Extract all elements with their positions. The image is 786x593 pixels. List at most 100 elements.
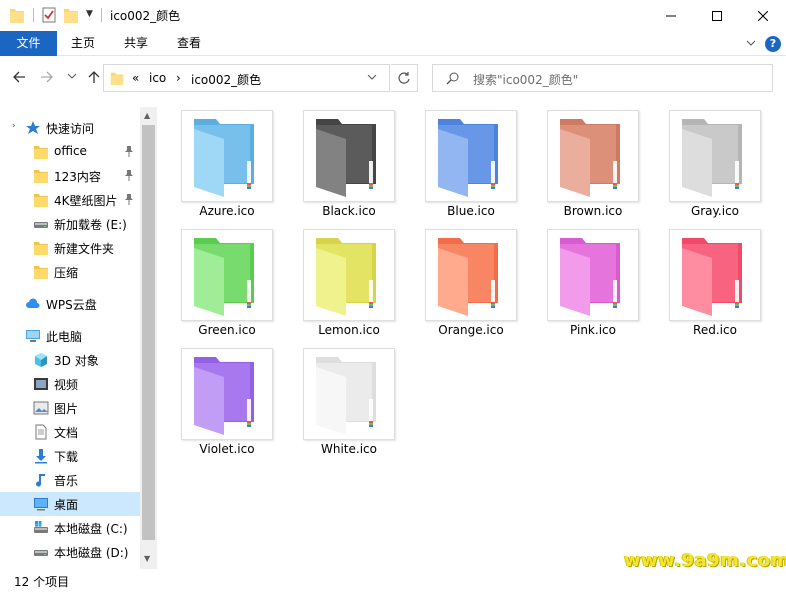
star-icon [25,120,41,136]
sidebar-item[interactable]: 此电脑 [0,324,140,348]
sidebar-item-label: 桌面 [54,498,79,512]
sidebar-item-label: 快速访问 [46,122,95,136]
sidebar-item[interactable]: 下载 [0,444,140,468]
up-icon[interactable] [87,70,101,84]
sidebar-item[interactable]: 4K壁纸图片「 [0,188,140,212]
forward-icon[interactable] [40,70,54,84]
close-button[interactable] [740,0,786,31]
status-bar: 12 个项目 [0,569,786,593]
computer-icon [25,328,41,344]
sidebar-item-label: 音乐 [54,474,79,488]
sidebar-item-label: 新建文件夹 [54,242,115,256]
sidebar-item[interactable]: 压缩 [0,260,140,284]
sidebar-item[interactable]: 本地磁盘 (C:) [0,516,140,540]
search-placeholder: 搜索"ico002_颜色" [473,73,579,87]
sidebar-item-label: 123内容 [54,170,101,184]
folder-thumbnail-icon [181,110,273,202]
folder-thumbnail-icon [181,229,273,321]
navigation-pane: ▲ ▼ › 快速访问 office 123内容 4K壁纸图片「 新加载卷 (E:) 新建文件… [0,107,157,569]
sidebar-item[interactable]: › 快速访问 [0,116,140,140]
minimize-icon [666,15,676,16]
drive-icon [33,544,49,560]
folder-icon [33,240,49,256]
sidebar-item[interactable]: 123内容 [0,164,140,188]
expand-chevron-icon[interactable]: › [12,121,16,131]
file-item[interactable]: Lemon.ico [289,226,399,341]
address-dropdown-icon[interactable] [367,74,377,82]
ribbon: 文件 主页 共享 查看 ? [0,31,786,56]
folder-thumbnail-icon [669,110,761,202]
pin-icon[interactable] [124,145,134,160]
folder-icon[interactable] [10,7,24,23]
scroll-thumb[interactable] [142,125,155,540]
folder-thumbnail-icon [547,110,639,202]
maximize-button[interactable] [694,0,740,31]
folder-thumbnail-icon [425,229,517,321]
close-icon [758,10,768,21]
file-item[interactable]: Azure.ico [167,107,277,222]
sidebar-scrollbar[interactable]: ▲ ▼ [140,107,157,569]
properties-icon[interactable] [42,7,56,23]
file-item[interactable]: Brown.ico [533,107,643,222]
sidebar-item-label: 图片 [54,402,79,416]
folder-thumbnail-icon [669,229,761,321]
sidebar-item[interactable]: 新加载卷 (E:) [0,212,140,236]
sidebar-item-label: 新加载卷 (E:) [54,218,127,232]
expand-ribbon-icon[interactable] [745,37,757,49]
new-folder-icon[interactable] [64,7,78,23]
file-item[interactable]: Blue.ico [411,107,521,222]
search-icon [446,72,459,85]
music-icon [33,472,49,488]
file-item[interactable]: Violet.ico [167,345,277,460]
file-name: Azure.ico [199,204,255,218]
video-icon [33,376,49,392]
file-item[interactable]: Red.ico [655,226,765,341]
sidebar-item[interactable]: 视频 [0,372,140,396]
file-name: Lemon.ico [318,323,380,337]
sidebar-item[interactable]: 3D 对象 [0,348,140,372]
folder-thumbnail-icon [303,229,395,321]
search-box[interactable]: 搜索"ico002_颜色" [432,64,773,92]
tab-share[interactable]: 共享 [112,31,160,56]
refresh-button[interactable] [391,64,418,92]
file-item[interactable]: Green.ico [167,226,277,341]
folder-thumbnail-icon [547,229,639,321]
file-item[interactable]: Orange.ico [411,226,521,341]
tab-home[interactable]: 主页 [60,31,106,56]
file-item[interactable]: Gray.ico [655,107,765,222]
sidebar-item[interactable]: 音乐 [0,468,140,492]
breadcrumb-ico[interactable]: ico [149,71,166,85]
tab-file[interactable]: 文件 [0,31,57,56]
sidebar-item[interactable]: WPS云盘 [0,292,140,316]
file-name: Blue.ico [447,204,495,218]
sidebar-item[interactable]: 图片 [0,396,140,420]
tab-view[interactable]: 查看 [165,31,213,56]
file-item[interactable]: White.ico [289,345,399,460]
sidebar-item[interactable]: 文档 [0,420,140,444]
help-button[interactable]: ? [765,36,781,52]
pin-icon[interactable] [124,193,134,208]
sidebar-item[interactable]: office [0,140,140,164]
sidebar-item[interactable]: 新建文件夹 [0,236,140,260]
sidebar-item-label: 4K壁纸图片「 [54,194,124,208]
sidebar-item[interactable]: 桌面 [0,492,140,516]
sidebar-item-label: 文档 [54,426,79,440]
windows-drive-icon [33,520,49,536]
pin-icon[interactable] [124,169,134,184]
folder-icon [33,192,49,208]
breadcrumb-overflow[interactable]: « [132,71,139,85]
file-name: Violet.ico [199,442,255,456]
back-icon[interactable] [12,70,26,84]
breadcrumb-current[interactable]: ico002_颜色 [191,71,261,88]
breadcrumb-separator[interactable]: › [176,71,181,85]
quick-access-dropdown-icon[interactable]: ▼ [86,9,93,19]
minimize-button[interactable] [648,0,694,31]
recent-locations-icon[interactable] [67,73,77,81]
file-item[interactable]: Black.ico [289,107,399,222]
sidebar-item[interactable]: 本地磁盘 (D:) [0,540,140,564]
navigation-bar: « ico › ico002_颜色 搜索"ico002_颜色" [0,57,786,99]
folder-icon [110,72,124,85]
file-list: Azure.ico Black.ico Blue.ico Brown.ico Gray.… [167,107,786,567]
file-item[interactable]: Pink.ico [533,226,643,341]
address-bar[interactable]: « ico › ico002_颜色 [103,64,390,92]
